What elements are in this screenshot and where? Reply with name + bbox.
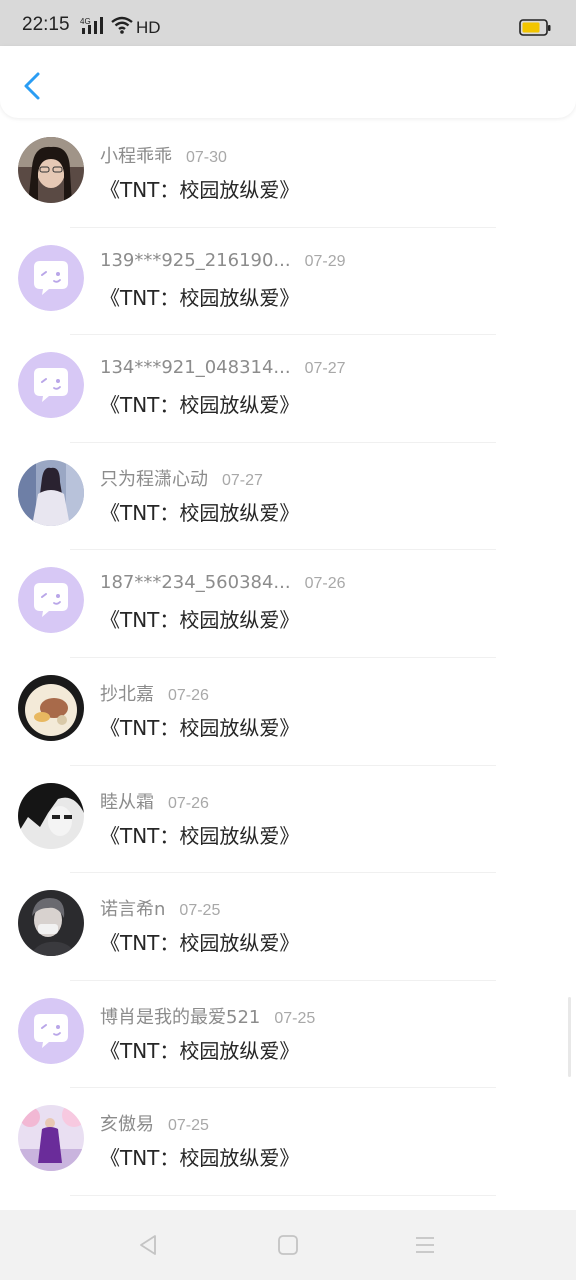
- item-meta: 博肖是我的最爱521 07-25: [100, 1003, 316, 1028]
- list-item[interactable]: 187***234_560384... 07-26 《TNT：校园放纵爱》: [0, 550, 576, 658]
- divider: [70, 1194, 496, 1196]
- item-title[interactable]: 《TNT：校园放纵爱》: [100, 712, 299, 741]
- item-title[interactable]: 《TNT：校园放纵爱》: [100, 1035, 299, 1064]
- item-title[interactable]: 《TNT：校园放纵爱》: [100, 1142, 299, 1171]
- list-item[interactable]: 睦从霜 07-26 《TNT：校园放纵爱》: [0, 766, 576, 874]
- item-meta: 134***921_048314... 07-27: [100, 357, 346, 381]
- avatar[interactable]: [18, 1105, 84, 1172]
- default-chat-bubble-icon: [18, 352, 84, 419]
- default-chat-bubble-icon: [18, 567, 84, 634]
- user-photo-icon: [18, 459, 84, 526]
- user-name[interactable]: 博肖是我的最爱521: [100, 1007, 260, 1028]
- date-label: 07-25: [168, 1117, 209, 1135]
- square-home-icon[interactable]: [277, 1234, 299, 1256]
- item-title[interactable]: 《TNT：校园放纵爱》: [100, 282, 299, 311]
- list-item[interactable]: 博肖是我的最爱521 07-25 《TNT：校园放纵爱》: [0, 981, 576, 1089]
- date-label: 07-30: [186, 149, 227, 166]
- item-title[interactable]: 《TNT：校园放纵爱》: [100, 604, 299, 633]
- item-title[interactable]: 《TNT：校园放纵爱》: [100, 927, 299, 956]
- hd-label: HD: [136, 18, 161, 37]
- avatar[interactable]: [18, 137, 84, 203]
- item-title[interactable]: 《TNT：校园放纵爱》: [100, 389, 299, 418]
- user-name[interactable]: 抄北嘉: [100, 684, 154, 705]
- item-meta: 只为程潇心动 07-27: [100, 465, 263, 490]
- avatar[interactable]: [18, 244, 84, 311]
- item-title[interactable]: 《TNT：校园放纵爱》: [100, 820, 299, 849]
- default-chat-bubble-icon: [18, 244, 84, 311]
- cellular-signal-icon: 4G: [80, 17, 103, 34]
- svg-text:4G: 4G: [80, 17, 91, 26]
- avatar[interactable]: [18, 782, 84, 849]
- item-title[interactable]: 《TNT：校园放纵爱》: [100, 174, 299, 203]
- user-name[interactable]: 139***925_216190...: [100, 250, 291, 271]
- user-photo-icon: [18, 1105, 84, 1172]
- system-navigation-bar: [0, 1210, 576, 1280]
- list-item[interactable]: 只为程潇心动 07-27 《TNT：校园放纵爱》: [0, 443, 576, 551]
- scrollbar[interactable]: [568, 997, 571, 1077]
- three-lines-menu-icon[interactable]: [414, 1235, 436, 1255]
- list-item[interactable]: 139***925_216190... 07-29 《TNT：校园放纵爱》: [0, 228, 576, 336]
- date-label: 07-25: [274, 1009, 316, 1027]
- default-chat-bubble-icon: [18, 997, 84, 1064]
- avatar[interactable]: [18, 567, 84, 634]
- top-app-bar: [0, 46, 576, 118]
- list-item[interactable]: 抄北嘉 07-26 《TNT：校园放纵爱》: [0, 658, 576, 766]
- status-time: 22:15: [22, 14, 70, 35]
- battery-icon: [519, 19, 551, 36]
- item-meta: 亥傲易 07-25: [100, 1110, 209, 1135]
- date-label: 07-27: [304, 360, 346, 378]
- user-name[interactable]: 只为程潇心动: [100, 469, 208, 490]
- list-item[interactable]: 亥傲易 07-25 《TNT：校园放纵爱》: [0, 1088, 576, 1196]
- user-photo-icon: [18, 890, 84, 957]
- date-label: 07-26: [168, 686, 209, 704]
- user-name[interactable]: 134***921_048314...: [100, 357, 291, 378]
- avatar[interactable]: [18, 459, 84, 526]
- user-name[interactable]: 187***234_560384...: [100, 572, 291, 593]
- back-button[interactable]: [14, 66, 50, 106]
- avatar[interactable]: [18, 352, 84, 419]
- date-label: 07-29: [304, 252, 346, 270]
- user-name[interactable]: 睦从霜: [100, 792, 154, 813]
- avatar[interactable]: [18, 674, 84, 741]
- item-meta: 小程乖乖 07-30: [100, 142, 227, 167]
- triangle-back-icon[interactable]: [136, 1233, 160, 1257]
- item-meta: 诺言希n 07-25: [100, 895, 221, 920]
- user-photo-icon: [18, 137, 84, 203]
- date-label: 07-25: [179, 902, 221, 920]
- user-photo-icon: [18, 674, 84, 741]
- status-bar: 22:15 4G HD: [0, 0, 576, 50]
- user-name[interactable]: 诺言希n: [100, 899, 165, 920]
- item-meta: 187***234_560384... 07-26: [100, 572, 346, 596]
- list-item[interactable]: 诺言希n 07-25 《TNT：校园放纵爱》: [0, 873, 576, 981]
- item-meta: 139***925_216190... 07-29: [100, 250, 346, 274]
- item-meta: 抄北嘉 07-26: [100, 680, 209, 705]
- wifi-icon: [111, 16, 133, 34]
- user-name[interactable]: 亥傲易: [100, 1114, 154, 1135]
- avatar[interactable]: [18, 890, 84, 957]
- avatar[interactable]: [18, 997, 84, 1064]
- date-label: 07-26: [304, 575, 346, 593]
- item-meta: 睦从霜 07-26: [100, 788, 209, 813]
- date-label: 07-27: [222, 471, 263, 489]
- user-name[interactable]: 小程乖乖: [100, 146, 172, 167]
- list-item[interactable]: 小程乖乖 07-30 《TNT：校园放纵爱》: [0, 120, 576, 228]
- date-label: 07-26: [168, 794, 209, 812]
- user-photo-icon: [18, 782, 84, 849]
- message-list: 小程乖乖 07-30 《TNT：校园放纵爱》 139***925_216190..…: [0, 120, 576, 1196]
- list-item[interactable]: 134***921_048314... 07-27 《TNT：校园放纵爱》: [0, 335, 576, 443]
- item-title[interactable]: 《TNT：校园放纵爱》: [100, 497, 299, 526]
